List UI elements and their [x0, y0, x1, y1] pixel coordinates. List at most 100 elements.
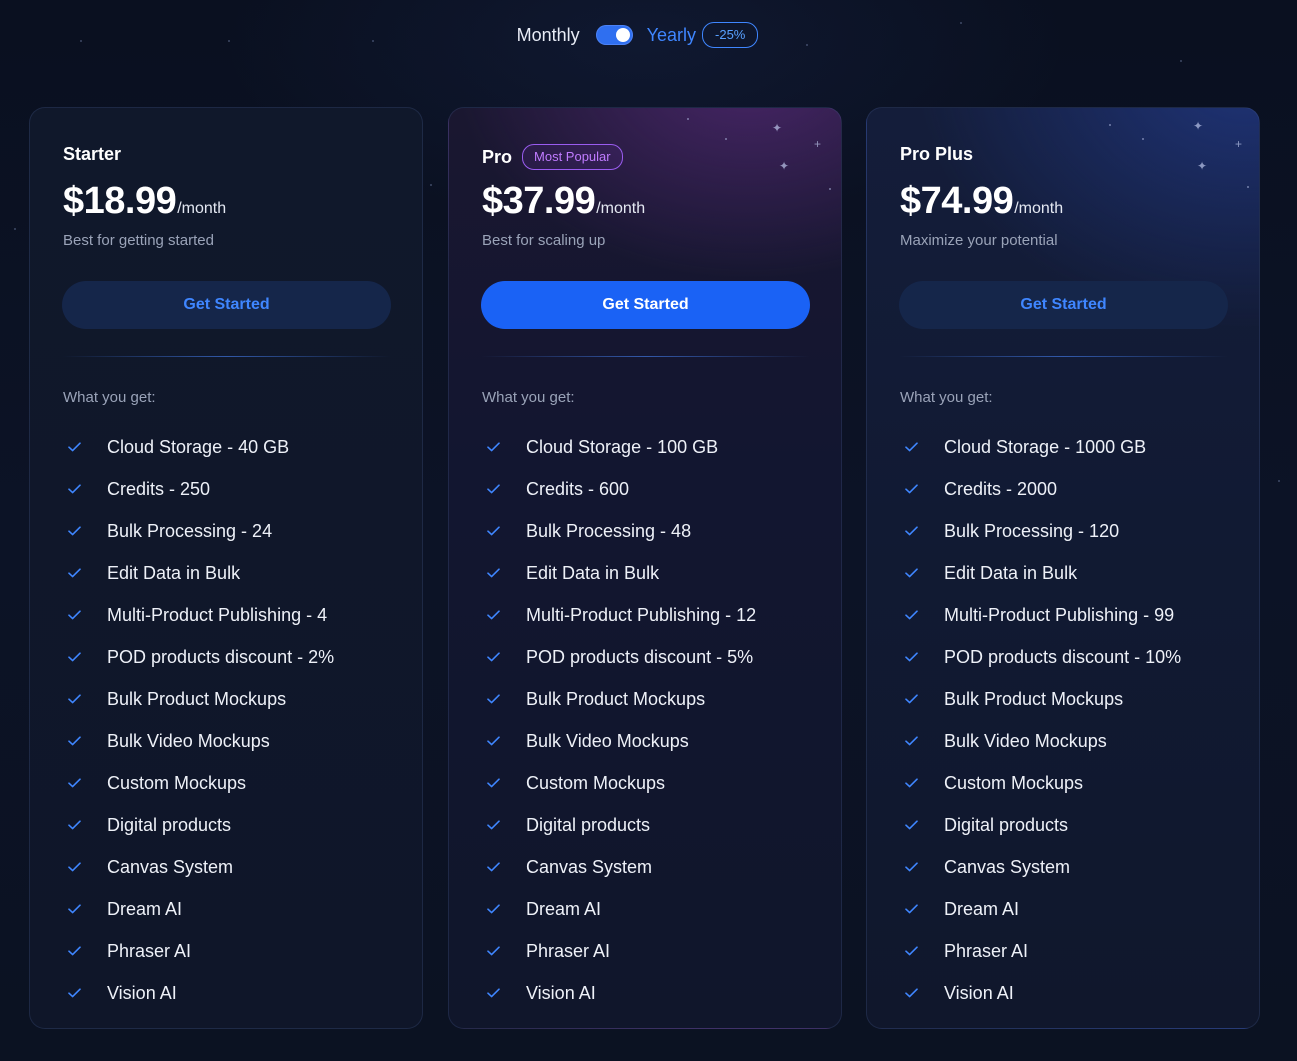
check-icon: [63, 526, 107, 536]
feature-list: Cloud Storage - 1000 GB Credits - 2000 Bul…: [900, 426, 1181, 1014]
feature-label: Multi-Product Publishing - 4: [107, 604, 328, 625]
check-icon: [482, 778, 526, 788]
check-icon: [482, 568, 526, 578]
feature-item: Custom Mockups: [63, 762, 334, 804]
background-star: [14, 228, 16, 230]
plan-card-pro: ✦ + ✦ Pro Most Popular $37.99 /month Bes…: [448, 107, 842, 1029]
feature-item: POD products discount - 10%: [900, 636, 1181, 678]
feature-label: Credits - 2000: [944, 478, 1058, 499]
feature-label: Multi-Product Publishing - 12: [526, 604, 757, 625]
feature-label: Digital products: [526, 814, 651, 835]
check-icon: [900, 484, 944, 494]
check-icon: [900, 820, 944, 830]
feature-item: POD products discount - 2%: [63, 636, 334, 678]
check-icon: [900, 862, 944, 872]
feature-label: Bulk Processing - 24: [107, 520, 273, 541]
check-icon: [482, 988, 526, 998]
check-icon: [900, 778, 944, 788]
feature-item: Dream AI: [482, 888, 756, 930]
check-icon: [63, 988, 107, 998]
feature-item: Bulk Processing - 120: [900, 510, 1181, 552]
feature-item: Cloud Storage - 1000 GB: [900, 426, 1181, 468]
feature-item: Cloud Storage - 100 GB: [482, 426, 756, 468]
feature-item: Vision AI: [900, 972, 1181, 1014]
feature-label: Cloud Storage - 40 GB: [107, 436, 290, 457]
feature-item: Bulk Processing - 24: [63, 510, 334, 552]
star-dot: [829, 188, 831, 190]
check-icon: [482, 484, 526, 494]
feature-item: Custom Mockups: [900, 762, 1181, 804]
feature-label: Digital products: [107, 814, 232, 835]
feature-label: Phraser AI: [107, 940, 192, 961]
plan-price: $37.99: [482, 180, 596, 222]
feature-item: Canvas System: [900, 846, 1181, 888]
feature-item: Credits - 2000: [900, 468, 1181, 510]
check-icon: [900, 526, 944, 536]
feature-label: Bulk Product Mockups: [526, 688, 706, 709]
get-started-button[interactable]: Get Started: [481, 281, 810, 329]
feature-item: Bulk Processing - 48: [482, 510, 756, 552]
feature-label: Vision AI: [107, 982, 177, 1003]
billing-switch[interactable]: [595, 25, 633, 45]
feature-list: Cloud Storage - 40 GB Credits - 250 Bulk P…: [63, 426, 334, 1014]
feature-label: Credits - 600: [526, 478, 630, 499]
star-dot: [687, 118, 689, 120]
yearly-label[interactable]: Yearly: [647, 25, 696, 46]
check-icon: [900, 904, 944, 914]
price-row: $37.99 /month: [482, 180, 645, 223]
price-row: $74.99 /month: [900, 180, 1063, 223]
sparkle-icon: ✦: [1193, 119, 1204, 133]
feature-label: POD products discount - 2%: [107, 646, 335, 667]
feature-list: Cloud Storage - 100 GB Credits - 600 Bulk …: [482, 426, 756, 1014]
feature-label: Bulk Processing - 48: [526, 520, 692, 541]
feature-label: Vision AI: [944, 982, 1014, 1003]
feature-item: Phraser AI: [63, 930, 334, 972]
plan-price: $74.99: [900, 180, 1014, 222]
price-row: $18.99 /month: [63, 180, 226, 223]
get-started-button[interactable]: Get Started: [899, 281, 1228, 329]
feature-label: Cloud Storage - 100 GB: [526, 436, 719, 457]
monthly-label[interactable]: Monthly: [517, 25, 580, 46]
feature-item: Multi-Product Publishing - 12: [482, 594, 756, 636]
sparkle-icon: ✦: [772, 121, 783, 135]
feature-item: Digital products: [63, 804, 334, 846]
feature-label: Custom Mockups: [107, 772, 247, 793]
check-icon: [900, 652, 944, 662]
check-icon: [482, 736, 526, 746]
plan-tagline: Best for getting started: [63, 232, 214, 249]
feature-item: Bulk Video Mockups: [63, 720, 334, 762]
check-icon: [900, 736, 944, 746]
check-icon: [63, 946, 107, 956]
feature-label: Bulk Product Mockups: [107, 688, 287, 709]
feature-label: Bulk Product Mockups: [944, 688, 1124, 709]
feature-item: Canvas System: [63, 846, 334, 888]
feature-item: Dream AI: [900, 888, 1181, 930]
feature-item: Bulk Video Mockups: [900, 720, 1181, 762]
feature-item: Multi-Product Publishing - 99: [900, 594, 1181, 636]
check-icon: [63, 610, 107, 620]
switch-knob: [615, 28, 630, 42]
background-star: [1180, 60, 1182, 62]
feature-item: Bulk Product Mockups: [900, 678, 1181, 720]
check-icon: [900, 946, 944, 956]
star-dot: [1142, 138, 1144, 140]
check-icon: [63, 484, 107, 494]
check-icon: [63, 652, 107, 662]
check-icon: [63, 568, 107, 578]
price-period: /month: [1014, 200, 1064, 217]
check-icon: [63, 736, 107, 746]
star-dot: [1247, 186, 1249, 188]
price-period: /month: [177, 200, 227, 217]
get-started-button[interactable]: Get Started: [62, 281, 391, 329]
background-star: [430, 184, 432, 186]
check-icon: [63, 442, 107, 452]
feature-label: Digital products: [944, 814, 1069, 835]
feature-label: Bulk Processing - 120: [944, 520, 1120, 541]
feature-item: Multi-Product Publishing - 4: [63, 594, 334, 636]
feature-label: Dream AI: [526, 898, 602, 919]
discount-badge: -25%: [702, 22, 759, 48]
feature-item: Canvas System: [482, 846, 756, 888]
check-icon: [900, 610, 944, 620]
check-icon: [482, 610, 526, 620]
feature-item: Bulk Video Mockups: [482, 720, 756, 762]
